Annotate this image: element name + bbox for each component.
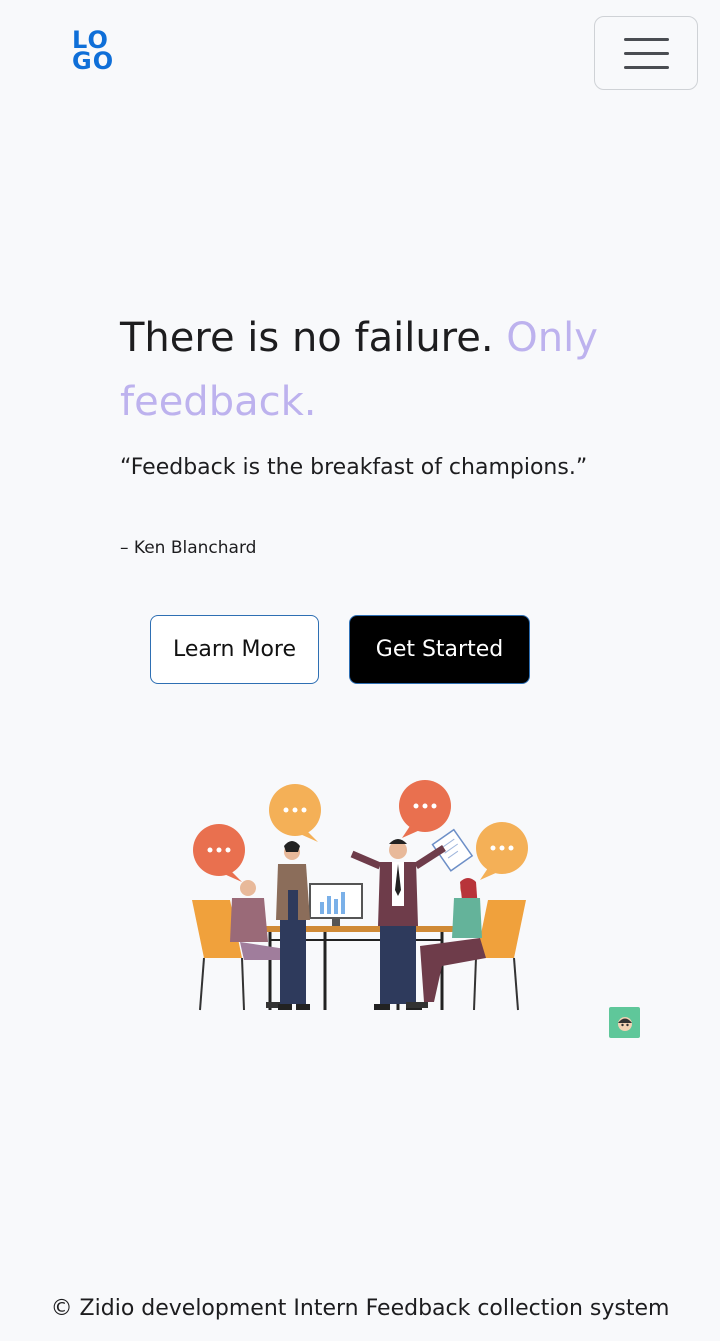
speech-bubble-icon bbox=[476, 822, 528, 880]
get-started-button[interactable]: Get Started bbox=[349, 615, 530, 684]
hamburger-icon-bar bbox=[623, 65, 669, 69]
learn-more-button[interactable]: Learn More bbox=[150, 615, 319, 684]
speech-bubble-icon bbox=[399, 780, 451, 838]
hamburger-icon bbox=[623, 37, 669, 41]
speech-bubble-icon bbox=[269, 784, 321, 842]
logo[interactable]: LO GO bbox=[72, 28, 118, 76]
team-meeting-illustration bbox=[192, 780, 528, 1011]
menu-toggle-button[interactable] bbox=[594, 16, 698, 90]
footer-copyright: © Zidio development Intern Feedback coll… bbox=[50, 1296, 670, 1321]
hero-quote: “Feedback is the breakfast of champions.… bbox=[120, 455, 588, 480]
quote-author: – Ken Blanchard bbox=[120, 538, 257, 558]
hamburger-icon-bar bbox=[623, 51, 669, 55]
headline-main: There is no failure. bbox=[120, 315, 507, 361]
chat-widget-button[interactable] bbox=[609, 1007, 640, 1038]
bot-face-icon bbox=[617, 1016, 632, 1031]
logo-line-2: GO bbox=[72, 47, 115, 75]
hero-headline: There is no failure. Only feedback. bbox=[120, 306, 610, 434]
speech-bubble-icon bbox=[193, 824, 245, 882]
